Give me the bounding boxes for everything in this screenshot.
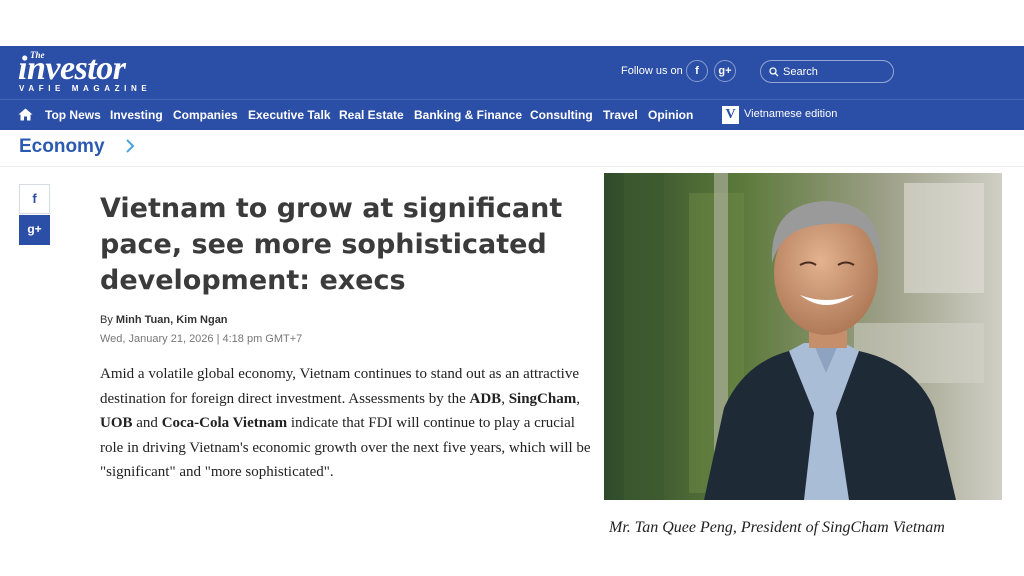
search-icon [769,67,779,77]
nav-consulting[interactable]: Consulting [530,108,593,122]
search-placeholder: Search [783,66,818,78]
nav-investing[interactable]: Investing [110,108,163,122]
article-authors[interactable]: Minh Tuan, Kim Ngan [116,314,228,326]
share-facebook-button[interactable]: f [19,184,50,214]
nav-real-estate[interactable]: Real Estate [339,108,404,122]
site-header: investor The VAFIE MAGAZINE Follow us on… [0,46,1024,99]
facebook-icon[interactable]: f [686,60,708,82]
article-headline: Vietnam to grow at significant pace, see… [100,193,563,296]
vietnamese-edition-link[interactable]: Vietnamese edition [744,108,837,120]
lead-bold-text: UOB [100,415,133,431]
share-googleplus-button[interactable]: g+ [19,215,50,245]
article-byline: By Minh Tuan, Kim Ngan [100,314,228,326]
divider [0,166,1024,167]
article-photo [604,173,1002,500]
byline-prefix: By [100,314,113,326]
nav-companies[interactable]: Companies [173,108,238,122]
follow-us-label: Follow us on [621,65,683,77]
lead-text: , [501,390,509,407]
lead-text: , [576,390,580,407]
google-plus-icon[interactable]: g+ [714,60,736,82]
logo-tagline: VAFIE MAGAZINE [19,84,152,93]
vietnamese-edition-icon[interactable]: V [722,106,739,124]
chevron-right-icon [126,139,135,153]
lead-bold-text: ADB [469,390,502,407]
nav-executive-talk[interactable]: Executive Talk [248,108,331,122]
main-nav: Top News Investing Companies Executive T… [0,99,1024,130]
nav-travel[interactable]: Travel [603,108,638,122]
photo-caption: Mr. Tan Quee Peng, President of SingCham… [609,519,945,536]
article-lead: Amid a volatile global economy, Vietnam … [100,362,600,485]
logo-the: The [30,50,45,60]
search-box[interactable]: Search [760,60,894,83]
nav-banking-finance[interactable]: Banking & Finance [414,108,522,122]
lead-text: and [132,415,162,431]
lead-bold-text: Coca-Cola Vietnam [161,415,288,431]
article-date: Wed, January 21, 2026 | 4:18 pm GMT+7 [100,333,303,345]
section-title[interactable]: Economy [19,136,105,158]
nav-opinion[interactable]: Opinion [648,108,693,122]
lead-bold-text: SingCham [508,390,577,407]
home-icon[interactable] [18,108,33,121]
nav-top-news[interactable]: Top News [45,108,101,122]
